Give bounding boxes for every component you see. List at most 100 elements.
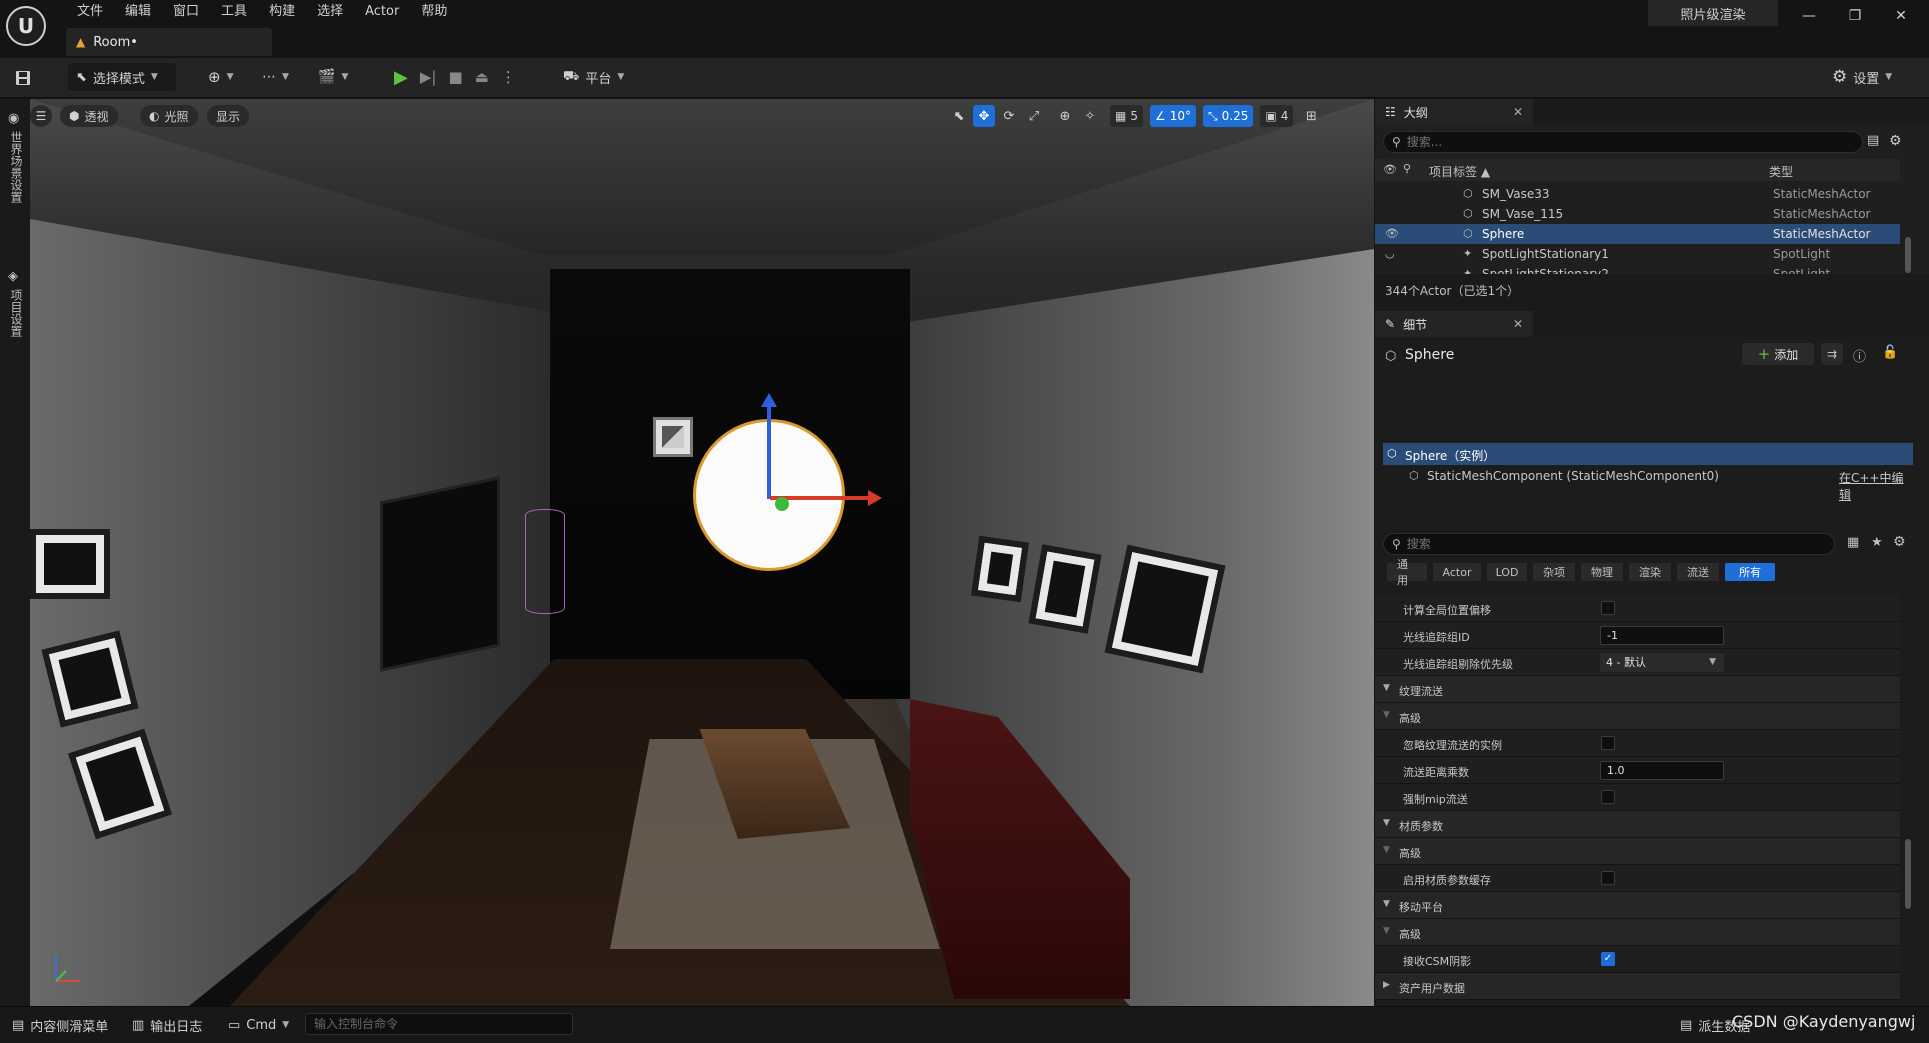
content-drawer-button[interactable]: ▤ 内容侧滑菜单 [4, 1012, 116, 1038]
add-content-button[interactable]: ⊕ ▼ [208, 63, 234, 91]
more-options-icon[interactable]: ⋮ [501, 68, 516, 86]
help-icon[interactable]: ⓘ [1853, 346, 1866, 365]
gear-icon[interactable]: ⚙ [1893, 534, 1906, 550]
menu-help[interactable]: 帮助 [410, 2, 458, 22]
category-tab[interactable]: 渲染 [1629, 563, 1671, 581]
property-row[interactable]: ▼ 高级 [1375, 919, 1900, 946]
close-icon[interactable]: ✕ [1878, 0, 1924, 32]
gizmo-y-handle[interactable] [775, 497, 789, 511]
chevron-down-icon[interactable]: ▼ [1383, 710, 1390, 720]
rotate-icon[interactable]: ⟳ [998, 105, 1020, 127]
close-icon[interactable]: ✕ [1513, 105, 1523, 119]
chevron-down-icon[interactable]: ▼ [1383, 899, 1390, 909]
category-tab[interactable]: LOD [1487, 563, 1527, 581]
chevron-down-icon[interactable]: ▼ [1383, 926, 1390, 936]
property-checkbox[interactable] [1601, 736, 1615, 750]
property-row[interactable]: ▼ 材质参数 [1375, 811, 1900, 838]
rotation-snap-toggle[interactable]: ∠ 10° [1149, 105, 1197, 127]
unreal-logo-icon[interactable]: U [6, 6, 46, 46]
gizmo-z-arrow-icon[interactable] [761, 393, 777, 407]
photo-render-button[interactable]: 照片级渲染 [1648, 0, 1778, 26]
viewport-menu-button[interactable]: ☰ [30, 105, 52, 127]
move-icon[interactable]: ✥ [973, 105, 995, 127]
settings-dropdown[interactable]: ⚙ 设置 ▼ [1832, 63, 1892, 91]
console-input[interactable]: 输入控制台命令 [305, 1013, 573, 1035]
level-viewport[interactable]: ☰ ⬢ 透视 ◐ 光照 显示 ⬉ ✥ ⟳ ⤢ ⊕ ✧ ▦ 5 ∠ 10° ⤡ 0… [30, 99, 1374, 1006]
category-tab[interactable]: 物理 [1581, 563, 1623, 581]
property-dropdown[interactable]: 4 - 默认 ▼ [1600, 653, 1724, 672]
lock-icon[interactable]: 🔓 [1882, 345, 1898, 360]
outliner-search[interactable]: ⚲ [1383, 131, 1863, 153]
details-tab[interactable]: ✎ 细节 ✕ [1375, 311, 1533, 337]
visibility-icon[interactable]: ◡ [1385, 247, 1395, 260]
minimize-icon[interactable]: — [1786, 0, 1832, 32]
save-icon[interactable] [14, 66, 38, 90]
close-icon[interactable]: ✕ [1513, 317, 1523, 331]
outliner-row[interactable]: ⬡ SM_Vase33 StaticMeshActor [1375, 184, 1900, 204]
outliner-row[interactable]: 👁 ⬡ Sphere StaticMeshActor [1375, 224, 1900, 244]
stop-icon[interactable]: ■ [448, 68, 462, 86]
chevron-right-icon[interactable]: ▶ [1383, 980, 1390, 990]
cmd-dropdown[interactable]: ▭ Cmd ▼ [220, 1012, 297, 1038]
light-actor-icon[interactable] [653, 417, 693, 457]
property-number-input[interactable]: -1 [1600, 626, 1724, 645]
menu-file[interactable]: 文件 [66, 2, 114, 22]
table-view-icon[interactable]: ▦ [1847, 535, 1859, 550]
menu-tools[interactable]: 工具 [210, 2, 258, 22]
chevron-down-icon[interactable]: ▼ [1383, 818, 1390, 828]
outliner-search-input[interactable] [1406, 135, 1854, 149]
eject-icon[interactable]: ⏏ [475, 68, 489, 86]
scale-snap-toggle[interactable]: ⤡ 0.25 [1203, 105, 1254, 127]
project-settings-tab[interactable]: 项目设置 [8, 289, 25, 337]
property-number-input[interactable]: 1.0 [1600, 761, 1724, 780]
visibility-icon[interactable]: 👁 [1385, 227, 1399, 240]
property-checkbox[interactable] [1601, 790, 1615, 804]
property-checkbox[interactable]: ✓ [1601, 952, 1615, 966]
gizmo-x-arrow-icon[interactable] [868, 490, 882, 506]
category-tab[interactable]: 流送 [1677, 563, 1719, 581]
details-scrollbar[interactable] [1905, 839, 1911, 909]
maximize-icon[interactable]: ❐ [1832, 0, 1878, 32]
gear-icon[interactable]: ⚙ [1889, 133, 1902, 149]
category-tab[interactable]: 所有 [1725, 563, 1775, 581]
details-search[interactable]: ⚲ [1383, 533, 1835, 555]
surface-snap-icon[interactable]: ✧ [1079, 105, 1101, 127]
grid-snap-toggle[interactable]: ▦ 5 [1110, 105, 1143, 127]
property-row[interactable]: ▼ 高级 [1375, 838, 1900, 865]
menu-actor[interactable]: Actor [354, 2, 410, 22]
layout-icon[interactable]: ⊞ [1300, 105, 1322, 127]
add-folder-icon[interactable]: ▤ [1867, 133, 1879, 148]
property-row[interactable]: ▶ 资产用户数据 [1375, 973, 1900, 1000]
platforms-dropdown[interactable]: ⛟ 平台 ▼ [563, 63, 624, 91]
outliner-row[interactable]: ◡ ✦ SpotLightStationary2 SpotLight [1375, 264, 1900, 274]
select-mode-dropdown[interactable]: ⬉ 选择模式 ▼ [68, 63, 176, 91]
output-log-button[interactable]: ▥ 输出日志 [124, 1012, 210, 1038]
category-tab[interactable]: Actor [1433, 563, 1481, 581]
outliner-scrollbar[interactable] [1905, 237, 1911, 273]
visibility-icon[interactable]: ◡ [1385, 267, 1395, 274]
property-row[interactable]: ▼ 纹理流送 [1375, 676, 1900, 703]
blueprint-button[interactable]: ⋯ ▼ [262, 63, 289, 91]
play-icon[interactable]: ▶ [394, 67, 408, 88]
chevron-down-icon[interactable]: ▼ [1383, 845, 1390, 855]
property-row[interactable]: ▼ 高级 [1375, 703, 1900, 730]
menu-edit[interactable]: 编辑 [114, 2, 162, 22]
outliner-row[interactable]: ◡ ✦ SpotLightStationary1 SpotLight [1375, 244, 1900, 264]
category-tab[interactable]: 杂项 [1533, 563, 1575, 581]
camera-speed-button[interactable]: ▣ 4 [1260, 105, 1294, 127]
world-space-icon[interactable]: ⊕ [1054, 105, 1076, 127]
step-icon[interactable]: ▶| [420, 68, 437, 86]
component-instance-row[interactable]: ⬡ Sphere（实例） [1383, 443, 1913, 465]
star-icon[interactable]: ★ [1871, 535, 1883, 550]
menu-select[interactable]: 选择 [306, 2, 354, 22]
menu-window[interactable]: 窗口 [162, 2, 210, 22]
lighting-mode-button[interactable]: ◐ 光照 [140, 105, 198, 127]
blueprint-convert-icon[interactable]: ⇉ [1821, 343, 1843, 365]
property-checkbox[interactable] [1601, 601, 1615, 615]
outliner-row[interactable]: ⬡ SM_Vase_115 StaticMeshActor [1375, 204, 1900, 224]
property-row[interactable]: ▼ 移动平台 [1375, 892, 1900, 919]
column-label[interactable]: 项目标签 ▲ [1429, 163, 1490, 180]
column-type[interactable]: 类型 [1769, 163, 1793, 180]
edit-in-cpp-link[interactable]: 在C++中编辑 [1839, 469, 1913, 503]
scale-icon[interactable]: ⤢ [1023, 105, 1045, 127]
